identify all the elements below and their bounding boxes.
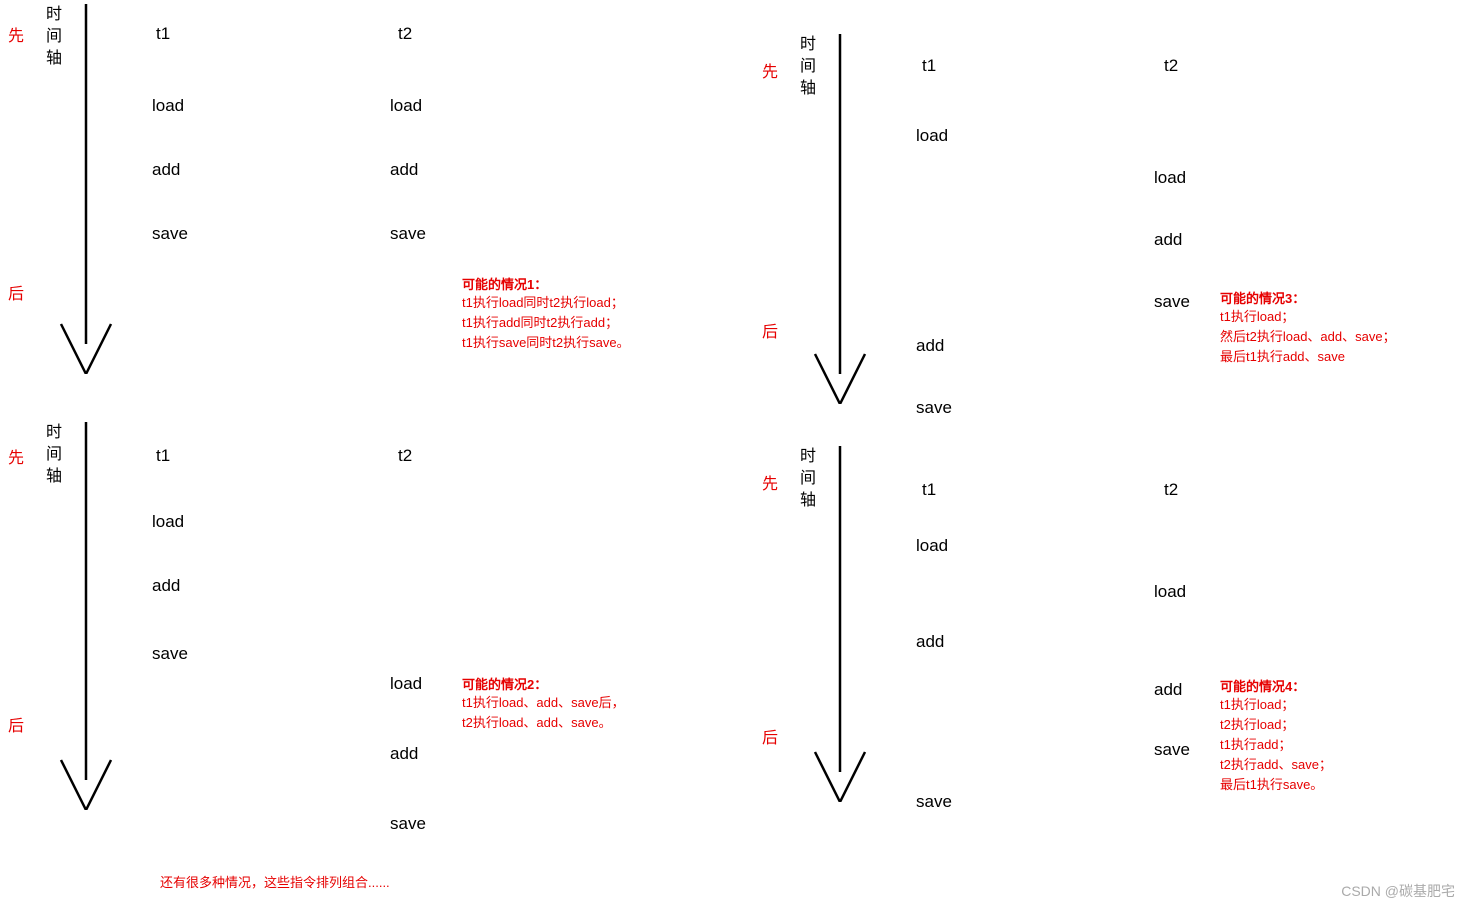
- t1-op: save: [152, 644, 188, 664]
- t1-op: load: [152, 512, 184, 532]
- label-before: 先: [8, 444, 24, 468]
- scenario-line: t1执行add同时t2执行add；: [462, 313, 630, 333]
- t2-op: load: [1154, 168, 1186, 188]
- t1-op: add: [152, 576, 180, 596]
- t2-op: save: [1154, 292, 1190, 312]
- time-arrow: [810, 446, 870, 802]
- thread-t2: t2: [1164, 56, 1178, 76]
- time-arrow: [810, 34, 870, 404]
- time-arrow: [56, 422, 116, 810]
- scenario-line: t1执行add；: [1220, 735, 1332, 755]
- scenario-line: 最后t1执行add、save: [1220, 347, 1396, 367]
- thread-t2: t2: [398, 24, 412, 44]
- scenario-line: t1执行load；: [1220, 695, 1332, 715]
- scenario-line: 最后t1执行save。: [1220, 775, 1332, 795]
- t1-op: load: [152, 96, 184, 116]
- scenario-line: t2执行load、add、save。: [462, 713, 625, 733]
- t1-op: save: [916, 398, 952, 418]
- scenario-line: 然后t2执行load、add、save；: [1220, 327, 1396, 347]
- t2-op: load: [1154, 582, 1186, 602]
- scenario-line: t1执行load、add、save后，: [462, 693, 625, 713]
- label-after: 后: [8, 712, 24, 736]
- t2-op: load: [390, 96, 422, 116]
- scenario-title: 可能的情况2：: [462, 674, 625, 693]
- scenario-1: 可能的情况1： t1执行load同时t2执行load； t1执行add同时t2执…: [462, 274, 630, 353]
- t2-op: save: [390, 814, 426, 834]
- scenario-line: t1执行load同时t2执行load；: [462, 293, 630, 313]
- thread-t1: t1: [156, 24, 170, 44]
- footer-note: 还有很多种情况，这些指令排列组合......: [160, 872, 390, 891]
- panel-3: 先 后 时 间 轴 t1 load add save t2 load add s…: [756, 26, 1473, 426]
- scenario-line: t2执行load；: [1220, 715, 1332, 735]
- label-before: 先: [8, 22, 24, 46]
- t1-op: load: [916, 536, 948, 556]
- scenario-line: t1执行save同时t2执行save。: [462, 333, 630, 353]
- time-arrow: [56, 4, 116, 374]
- thread-t1: t1: [922, 56, 936, 76]
- t2-op: load: [390, 674, 422, 694]
- t1-op: add: [916, 632, 944, 652]
- scenario-4: 可能的情况4： t1执行load； t2执行load； t1执行add； t2执…: [1220, 676, 1332, 795]
- t1-op: add: [152, 160, 180, 180]
- thread-t1: t1: [922, 480, 936, 500]
- t2-op: add: [390, 744, 418, 764]
- t2-op: add: [1154, 230, 1182, 250]
- panel-2: 先 后 时 间 轴 t1 load add save t2 load add s…: [0, 414, 736, 854]
- thread-t2: t2: [398, 446, 412, 466]
- scenario-title: 可能的情况1：: [462, 274, 630, 293]
- label-after: 后: [762, 318, 778, 342]
- scenario-title: 可能的情况4：: [1220, 676, 1332, 695]
- t1-op: load: [916, 126, 948, 146]
- thread-t2: t2: [1164, 480, 1178, 500]
- label-after: 后: [762, 724, 778, 748]
- label-before: 先: [762, 58, 778, 82]
- scenario-line: t2执行add、save；: [1220, 755, 1332, 775]
- scenario-2: 可能的情况2： t1执行load、add、save后， t2执行load、add…: [462, 674, 625, 733]
- panel-1: 先 后 时 间 轴 t1 load add save t2 load add s…: [0, 0, 736, 390]
- t1-op: save: [152, 224, 188, 244]
- thread-t1: t1: [156, 446, 170, 466]
- t2-op: add: [1154, 680, 1182, 700]
- scenario-3: 可能的情况3： t1执行load； 然后t2执行load、add、save； 最…: [1220, 288, 1396, 367]
- label-after: 后: [8, 280, 24, 304]
- label-before: 先: [762, 470, 778, 494]
- watermark: CSDN @碳基肥宅: [1341, 881, 1455, 901]
- scenario-line: t1执行load；: [1220, 307, 1396, 327]
- t2-op: save: [390, 224, 426, 244]
- panel-4: 先 后 时 间 轴 t1 load add save t2 load add s…: [756, 440, 1473, 860]
- t2-op: add: [390, 160, 418, 180]
- t2-op: save: [1154, 740, 1190, 760]
- t1-op: save: [916, 792, 952, 812]
- scenario-title: 可能的情况3：: [1220, 288, 1396, 307]
- t1-op: add: [916, 336, 944, 356]
